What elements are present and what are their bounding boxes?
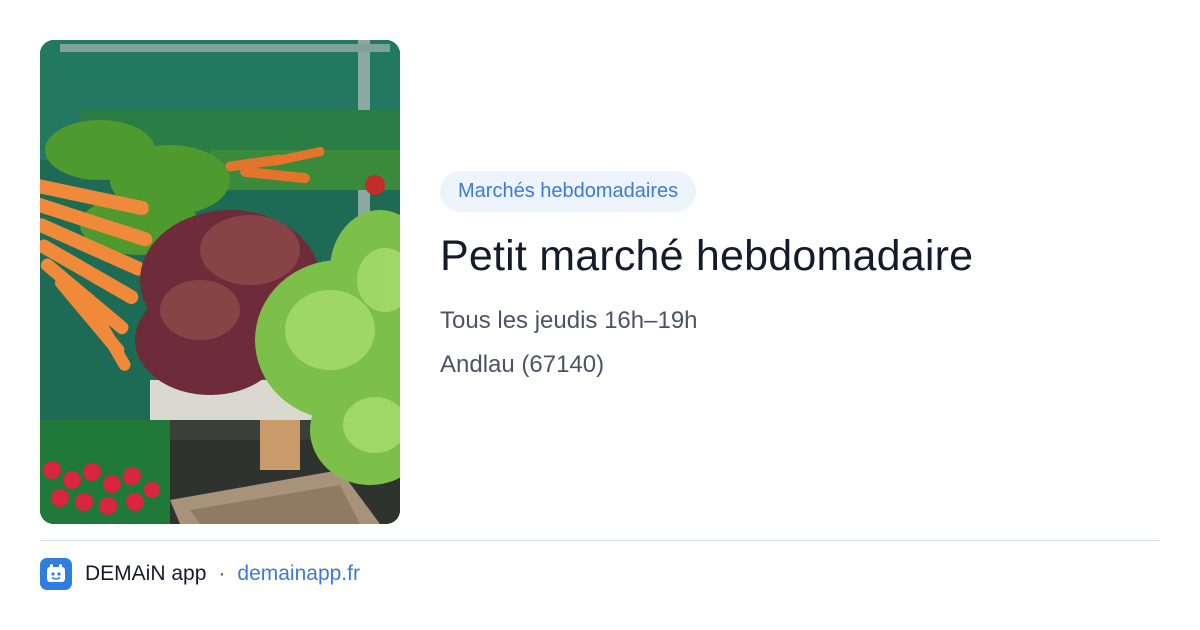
category-badge[interactable]: Marchés hebdomadaires (440, 171, 697, 212)
event-info: Marchés hebdomadaires Petit marché hebdo… (440, 171, 1160, 380)
domain-link[interactable]: demainapp.fr (237, 562, 360, 586)
footer: DEMAiN app · demainapp.fr (40, 558, 360, 590)
event-location: Andlau (67140) (440, 351, 605, 378)
demain-logo-icon (40, 558, 72, 590)
footer-divider (40, 540, 1160, 541)
share-card: Marchés hebdomadaires Petit marché hebdo… (0, 0, 1200, 630)
app-name: DEMAiN app (85, 562, 207, 585)
event-title: Petit marché hebdomadaire (440, 232, 974, 280)
event-schedule: Tous les jeudis 16h–19h (440, 307, 698, 334)
footer-separator: · (218, 562, 226, 585)
market-photo (40, 40, 400, 524)
